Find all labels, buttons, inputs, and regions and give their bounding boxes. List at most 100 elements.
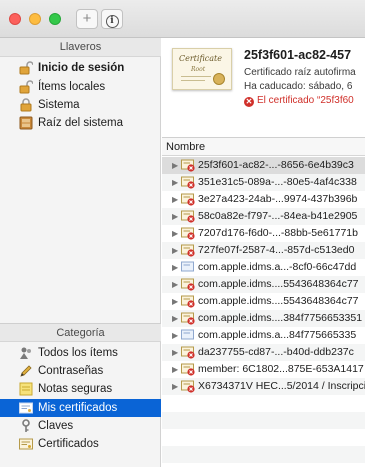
add-item-button[interactable]: + [76,9,98,29]
certificate-error-icon [181,380,195,393]
certificate-icon [19,438,33,450]
table-row[interactable]: ▶ da237755-cd87-...-b40d-ddb237c [162,344,365,361]
info-icon: i [105,15,119,28]
table-row[interactable]: ▶ com.apple.idms....384f7756653351 [162,310,365,327]
sidebar-item-my-certificates[interactable]: Mis certificados [0,399,161,417]
row-name: 7207d176-f6d0-...-88bb-5e61771b [198,227,358,239]
certificate-title: 25f3f601-ac82-457 [244,48,352,62]
row-name: com.apple.idms.a...84f775665335 [198,329,357,341]
sidebar-item-system-roots[interactable]: Raíz del sistema [0,114,161,132]
disclosure-triangle-icon[interactable]: ▶ [172,361,178,378]
note-icon [19,382,33,396]
row-name: member: 6C1802...875E-653A1417 [198,363,364,375]
certificate-icon [181,261,194,272]
certificate-warning-text: El certificado “25f3f60 [257,95,354,106]
sidebar-item-passwords[interactable]: Contraseñas [0,362,161,380]
table-row[interactable]: ▶ com.apple.idms....5543648364c77 [162,276,365,293]
close-window-button[interactable] [9,13,21,25]
certificate-error-icon [181,346,195,359]
sidebar-item-label: Certificados [38,438,99,450]
disclosure-triangle-icon[interactable]: ▶ [172,191,178,208]
disclosure-triangle-icon[interactable]: ▶ [172,344,178,361]
sidebar: Llaveros Inicio de sesión Ítems locales … [0,38,161,467]
table-row[interactable]: ▶ com.apple.idms.a...84f775665335 [162,327,365,344]
key-icon [22,419,30,432]
certificate-warning: ✕ El certificado “25f3f60 [244,95,354,107]
table-row[interactable]: ▶ 25f3f601-ac82-...-8656-6e4b39c3 [162,157,365,174]
title-bar: + i [0,0,365,38]
certificate-icon [181,329,194,340]
minimize-window-button[interactable] [29,13,41,25]
row-name: 351e31c5-089a-...-80e5-4af4c338 [198,176,357,188]
sidebar-item-label: Notas seguras [38,383,113,395]
disclosure-triangle-icon[interactable]: ▶ [172,293,178,310]
table-row[interactable]: ▶ 727fe07f-2587-4...-857d-c513ed0 [162,242,365,259]
certificate-error-icon [181,278,195,291]
table-row[interactable]: ▶ 3e27a423-24ab-...9974-437b396b [162,191,365,208]
sidebar-item-local-items[interactable]: Ítems locales [0,78,161,96]
column-header-name[interactable]: Nombre [162,138,365,156]
unlocked-padlock-icon [19,61,33,75]
row-name: com.apple.idms....384f7756653351 [198,312,363,324]
info-button[interactable]: i [101,9,123,29]
table-row[interactable]: ▶ 7207d176-f6d0-...-88bb-5e61771b [162,225,365,242]
certificate-error-icon [181,363,195,376]
disclosure-triangle-icon[interactable]: ▶ [172,378,178,395]
empty-row [162,463,365,467]
row-name: 25f3f601-ac82-...-8656-6e4b39c3 [198,159,354,171]
empty-row [162,395,365,412]
table-row[interactable]: ▶ member: 6C1802...875E-653A1417 [162,361,365,378]
empty-row [162,446,365,463]
sidebar-item-label: Sistema [38,99,80,111]
table-row[interactable]: ▶ 58c0a82e-f797-...-84ea-b41e2905 [162,208,365,225]
table-row[interactable]: ▶ 351e31c5-089a-...-80e5-4af4c338 [162,174,365,191]
certificate-expiry: Ha caducado: sábado, 6 [244,81,353,92]
sidebar-item-label: Ítems locales [38,81,106,93]
disclosure-triangle-icon[interactable]: ▶ [172,157,178,174]
items-table: Nombre ▶ 25f3f601-ac82-...-8656-6e4b39c3 ▶… [162,138,365,467]
table-row[interactable]: ▶ com.apple.idms.a...-8cf0-66c47dd [162,259,365,276]
disclosure-triangle-icon[interactable]: ▶ [172,327,178,344]
certificate-error-icon [181,159,195,172]
unlocked-padlock-icon [19,80,33,94]
sidebar-item-label: Mis certificados [38,402,118,414]
row-name: com.apple.idms....5543648364c77 [198,278,359,290]
disclosure-triangle-icon[interactable]: ▶ [172,276,178,293]
certificate-error-icon [181,193,195,206]
sidebar-item-label: Contraseñas [38,365,104,377]
disclosure-triangle-icon[interactable]: ▶ [172,208,178,225]
table-row[interactable]: ▶ com.apple.idms....5543648364c77 [162,293,365,310]
row-name: com.apple.idms.a...-8cf0-66c47dd [198,261,357,273]
certificate-error-icon [181,176,195,189]
certificate-error-icon [181,227,195,240]
row-name: com.apple.idms....5543648364c77 [198,295,359,307]
certificate-error-icon [181,244,195,257]
disclosure-triangle-icon[interactable]: ▶ [172,242,178,259]
keychains-header: Llaveros [0,38,161,57]
disclosure-triangle-icon[interactable]: ▶ [172,174,178,191]
category-header: Categoría [0,323,161,342]
locked-padlock-icon [20,98,32,112]
row-name: 727fe07f-2587-4...-857d-c513ed0 [198,244,355,256]
certificate-error-icon [181,295,195,308]
sidebar-item-login[interactable]: Inicio de sesión [0,59,161,77]
sidebar-item-certificates[interactable]: Certificados [0,435,161,453]
zoom-window-button[interactable] [49,13,61,25]
sidebar-item-all-items[interactable]: Todos los ítems [0,344,161,362]
row-name: 58c0a82e-f797-...-84ea-b41e2905 [198,210,358,222]
people-icon [20,347,31,359]
sidebar-item-keys[interactable]: Claves [0,417,161,435]
disclosure-triangle-icon[interactable]: ▶ [172,225,178,242]
disclosure-triangle-icon[interactable]: ▶ [172,310,178,327]
table-row[interactable]: ▶ X6734371V HEC...5/2014 / Inscripci [162,378,365,395]
row-name: X6734371V HEC...5/2014 / Inscripci [198,380,365,392]
certificate-detail: Certificate Root 25f3f601-ac82-457 Certi… [162,38,365,138]
cabinet-icon [19,116,33,130]
disclosure-triangle-icon[interactable]: ▶ [172,259,178,276]
certificate-error-icon [181,312,195,325]
empty-row [162,429,365,446]
certificate-type: Certificado raíz autofirma [244,67,356,78]
certificate-error-icon [181,210,195,223]
sidebar-item-system[interactable]: Sistema [0,96,161,114]
sidebar-item-secure-notes[interactable]: Notas seguras [0,380,161,398]
